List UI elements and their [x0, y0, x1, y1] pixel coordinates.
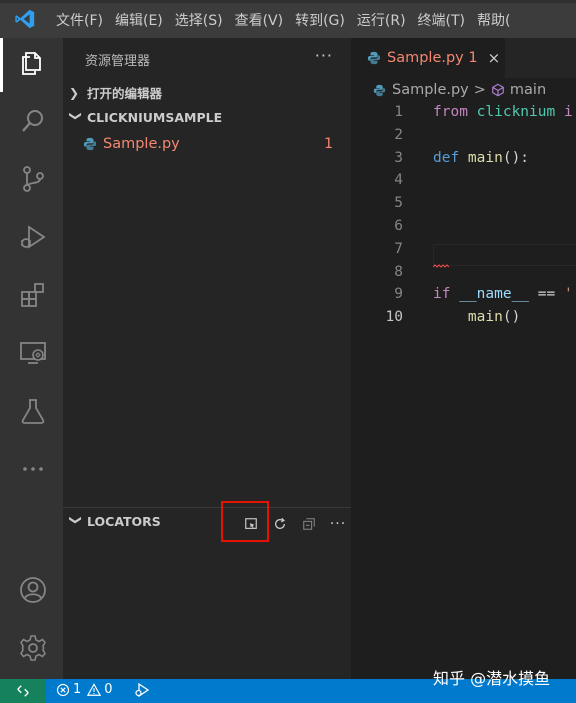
code-token: () [502, 309, 521, 326]
extensions-icon[interactable] [16, 278, 50, 312]
search-icon[interactable] [16, 104, 50, 138]
code-token: (): [502, 149, 530, 166]
locators-more-button[interactable]: ··· [326, 513, 350, 535]
tab-label: Sample.py 1 [387, 50, 478, 66]
code-token: main [467, 149, 503, 166]
remote-explorer-icon[interactable] [16, 336, 50, 370]
warning-icon [87, 682, 102, 697]
code-token: == [529, 286, 564, 303]
chevron-down-icon: ❯ [69, 110, 83, 121]
code-token: i [555, 104, 573, 120]
locators-section[interactable]: ❯ LOCATORS [69, 514, 161, 529]
accounts-icon[interactable] [16, 573, 50, 607]
title-menu-bar: 文件(F) 编辑(E) 选择(S) 查看(V) 转到(G) 运行(R) 终端(T… [0, 0, 576, 38]
sidebar-title: 资源管理器 [85, 54, 151, 69]
python-file-icon [83, 137, 103, 151]
problems-status[interactable]: 1 0 [56, 682, 113, 697]
line-content: from clicknium i [433, 104, 573, 120]
current-line-highlight [433, 244, 576, 266]
sidebar-more-button[interactable]: ··· [315, 46, 333, 65]
line-number: 1 [394, 104, 403, 120]
menu-edit[interactable]: 编辑(E) [115, 10, 163, 30]
refresh-icon[interactable] [268, 513, 292, 535]
breadcrumb-symbol[interactable]: main [510, 82, 546, 98]
more-icon[interactable] [16, 452, 50, 486]
activity-bar [0, 38, 63, 679]
file-item-sample[interactable]: Sample.py [83, 136, 180, 152]
error-count: 1 [73, 682, 82, 697]
watermark: 知乎 @潜水摸鱼 [433, 669, 551, 688]
project-label: CLICKNIUMSAMPLE [87, 110, 223, 125]
line-number: 2 [394, 126, 403, 143]
run-debug-status-icon[interactable] [134, 682, 150, 698]
open-editors-label: 打开的编辑器 [87, 86, 163, 101]
tab-sample-py[interactable]: Sample.py 1 × [351, 38, 505, 78]
code-token: __name__ [459, 286, 530, 303]
remote-indicator-icon[interactable] [0, 679, 46, 703]
error-icon [56, 683, 70, 697]
locators-label: LOCATORS [87, 514, 161, 529]
line-content: if __name__ == ' [433, 286, 573, 302]
testing-icon[interactable] [16, 394, 50, 428]
line-number: 10 [385, 309, 403, 326]
menu-help[interactable]: 帮助( [477, 10, 510, 30]
line-number: 8 [394, 263, 403, 280]
file-name: Sample.py [103, 136, 180, 152]
menu-view[interactable]: 查看(V) [235, 10, 284, 30]
code-token: main [433, 309, 503, 326]
run-debug-icon[interactable] [16, 220, 50, 254]
top-border [0, 0, 576, 3]
python-file-icon [373, 84, 386, 97]
project-section[interactable]: ❯ CLICKNIUMSAMPLE [69, 110, 222, 125]
code-token: from [433, 104, 477, 120]
menu: 文件(F) 编辑(E) 选择(S) 查看(V) 转到(G) 运行(R) 终端(T… [56, 10, 522, 30]
error-squiggle [433, 264, 449, 268]
vscode-logo-icon [14, 8, 36, 30]
source-control-icon[interactable] [16, 162, 50, 196]
line-number: 6 [394, 217, 403, 234]
editor-area: Sample.py 1 × Sample.py > main 1 from cli… [351, 38, 576, 679]
settings-gear-icon[interactable] [16, 631, 50, 665]
line-number: 9 [394, 286, 403, 303]
chevron-down-icon: ❯ [69, 514, 83, 525]
highlight-box [221, 501, 269, 542]
menu-go[interactable]: 转到(G) [295, 10, 345, 30]
menu-terminal[interactable]: 终端(T) [418, 10, 465, 30]
breadcrumb: Sample.py > main [373, 82, 546, 98]
tab-bar: Sample.py 1 × [351, 38, 576, 78]
collapse-all-icon[interactable] [297, 513, 321, 535]
explorer-sidebar: 资源管理器 ··· ❯ 打开的编辑器 ❯ CLICKNIUMSAMPLE Sam… [63, 38, 351, 679]
line-content: def main(): [433, 150, 529, 166]
symbol-method-icon [491, 83, 505, 97]
code-token: if [433, 286, 460, 303]
warning-count: 0 [104, 682, 113, 697]
active-indicator [0, 38, 3, 92]
open-editors-section[interactable]: ❯ 打开的编辑器 [69, 83, 162, 102]
close-icon[interactable]: × [488, 49, 501, 67]
problems-count-badge: 1 [324, 136, 333, 152]
menu-selection[interactable]: 选择(S) [175, 10, 223, 30]
line-number: 4 [394, 172, 403, 189]
code-token: clicknium [476, 104, 556, 120]
menu-file[interactable]: 文件(F) [56, 10, 103, 30]
code-token: def [433, 149, 468, 166]
breadcrumb-separator: > [473, 82, 486, 98]
line-content: main() [433, 309, 520, 325]
menu-run[interactable]: 运行(R) [357, 10, 406, 30]
line-number: 7 [394, 240, 403, 257]
explorer-icon[interactable] [16, 46, 50, 80]
python-file-icon [367, 51, 381, 65]
line-number: 5 [394, 195, 403, 212]
breadcrumb-file[interactable]: Sample.py [392, 82, 469, 98]
code-token: ' [563, 286, 573, 303]
line-number: 3 [394, 149, 403, 166]
chevron-right-icon: ❯ [69, 85, 80, 100]
